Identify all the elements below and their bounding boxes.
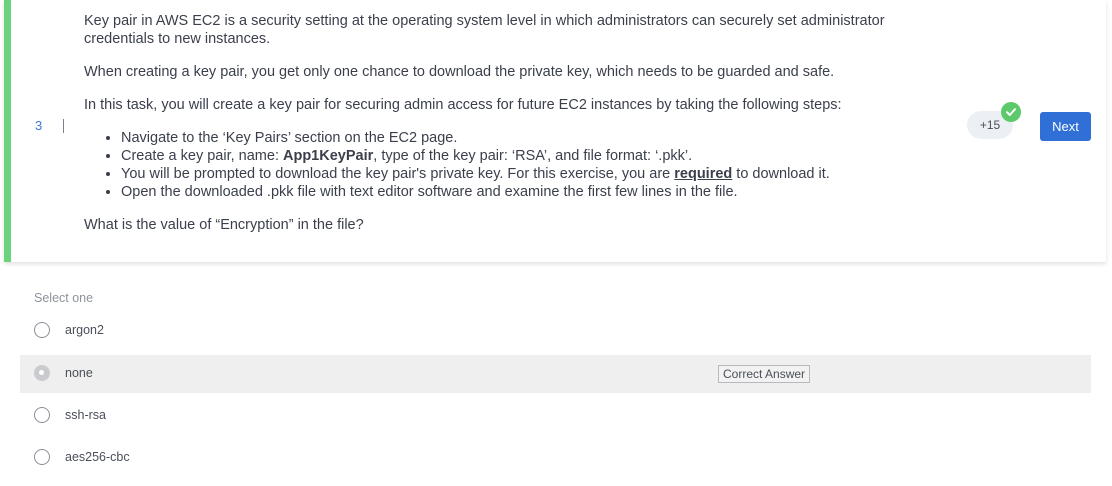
- question-number: 3: [35, 118, 43, 133]
- question-paragraph-3: In this task, you will create a key pair…: [84, 97, 842, 113]
- step-text: You will be prompted to download the key…: [121, 166, 675, 182]
- steps-list: Navigate to the ‘Key Pairs’ section on t…: [84, 129, 944, 201]
- question-card: 3 Key pair in AWS EC2 is a security sett…: [4, 0, 1106, 262]
- question-body: Key pair in AWS EC2 is a security settin…: [84, 12, 944, 249]
- question-number-divider: [63, 119, 64, 133]
- key-pair-name: App1KeyPair: [283, 148, 374, 164]
- radio-button[interactable]: [34, 449, 50, 465]
- next-button[interactable]: Next: [1040, 112, 1091, 141]
- step-item: Navigate to the ‘Key Pairs’ section on t…: [121, 129, 944, 147]
- option-label: argon2: [65, 323, 104, 337]
- option-argon2[interactable]: argon2: [20, 312, 1091, 350]
- option-none[interactable]: none Correct Answer: [20, 355, 1091, 393]
- option-label: none: [65, 366, 93, 380]
- select-one-label: Select one: [34, 291, 94, 305]
- correct-answer-tag: Correct Answer: [718, 365, 811, 383]
- radio-button[interactable]: [34, 322, 50, 338]
- question-intro: Key pair in AWS EC2 is a security settin…: [84, 13, 885, 47]
- check-icon: [1001, 102, 1021, 122]
- question-prompt: What is the value of “Encryption” in the…: [84, 217, 364, 233]
- step-text: , type of the key pair: ‘RSA’, and file …: [373, 148, 693, 164]
- radio-button-selected[interactable]: [34, 365, 50, 381]
- check-mark-icon: [1006, 108, 1016, 116]
- required-emphasis: required: [674, 166, 733, 182]
- step-text: to download it.: [732, 166, 830, 182]
- step-text: Create a key pair, name:: [121, 148, 283, 164]
- radio-button[interactable]: [34, 407, 50, 423]
- step-item: You will be prompted to download the key…: [121, 165, 944, 183]
- step-item: Open the downloaded .pkk file with text …: [121, 183, 944, 201]
- question-paragraph-2: When creating a key pair, you get only o…: [84, 64, 835, 80]
- option-label: ssh-rsa: [65, 408, 106, 422]
- option-label: aes256-cbc: [65, 450, 130, 464]
- option-aes256-cbc[interactable]: aes256-cbc: [20, 439, 1091, 477]
- step-item: Create a key pair, name: App1KeyPair, ty…: [121, 147, 944, 165]
- option-ssh-rsa[interactable]: ssh-rsa: [20, 397, 1091, 435]
